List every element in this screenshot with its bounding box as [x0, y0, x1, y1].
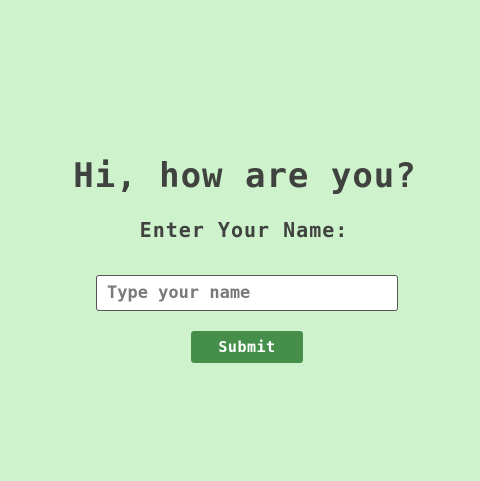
page: Hi, how are you? Enter Your Name: Submit	[0, 0, 480, 481]
name-input[interactable]	[96, 275, 398, 311]
name-prompt-label: Enter Your Name:	[139, 218, 349, 242]
page-title: Hi, how are you?	[73, 156, 417, 196]
submit-button[interactable]: Submit	[191, 331, 303, 363]
